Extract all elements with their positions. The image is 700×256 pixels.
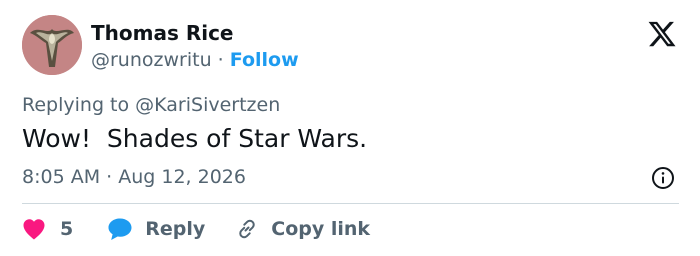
tweet-date: Aug 12, 2026	[118, 166, 246, 188]
reply-context-prefix: Replying to	[22, 94, 136, 116]
heart-icon	[22, 218, 46, 240]
tweet-timestamp[interactable]: 8:05 AM · Aug 12, 2026	[22, 164, 246, 190]
follow-button[interactable]: Follow	[230, 49, 299, 71]
reply-mention-link[interactable]: @KariSivertzen	[135, 94, 280, 116]
like-button[interactable]: 5	[22, 218, 73, 240]
copy-link-label: Copy link	[271, 218, 371, 240]
tweet-time: 8:05 AM	[22, 166, 101, 188]
reply-button[interactable]: Reply	[107, 217, 205, 241]
avatar[interactable]	[22, 15, 82, 75]
timestamp-separator: ·	[100, 166, 119, 188]
copy-link-button[interactable]: Copy link	[235, 217, 370, 241]
info-icon[interactable]	[651, 166, 675, 190]
author-handle[interactable]: @runozwritu	[91, 49, 212, 71]
tweet-card: Thomas Rice @runozwritu · Follow Replyin…	[0, 0, 700, 256]
divider	[22, 203, 679, 204]
author-name[interactable]: Thomas Rice	[91, 20, 234, 46]
link-icon	[235, 217, 259, 241]
author-meta: @runozwritu · Follow	[91, 47, 299, 73]
like-count: 5	[60, 218, 74, 240]
avatar-image	[22, 15, 82, 75]
reply-context: Replying to @KariSivertzen	[22, 92, 280, 118]
x-logo-icon[interactable]	[647, 19, 677, 49]
action-bar: 5 Reply Copy link	[22, 214, 370, 244]
speech-bubble-icon	[107, 217, 133, 241]
meta-separator: ·	[211, 49, 230, 71]
reply-label: Reply	[145, 218, 206, 240]
tweet-text: Wow! Shades of Star Wars.	[22, 124, 368, 153]
